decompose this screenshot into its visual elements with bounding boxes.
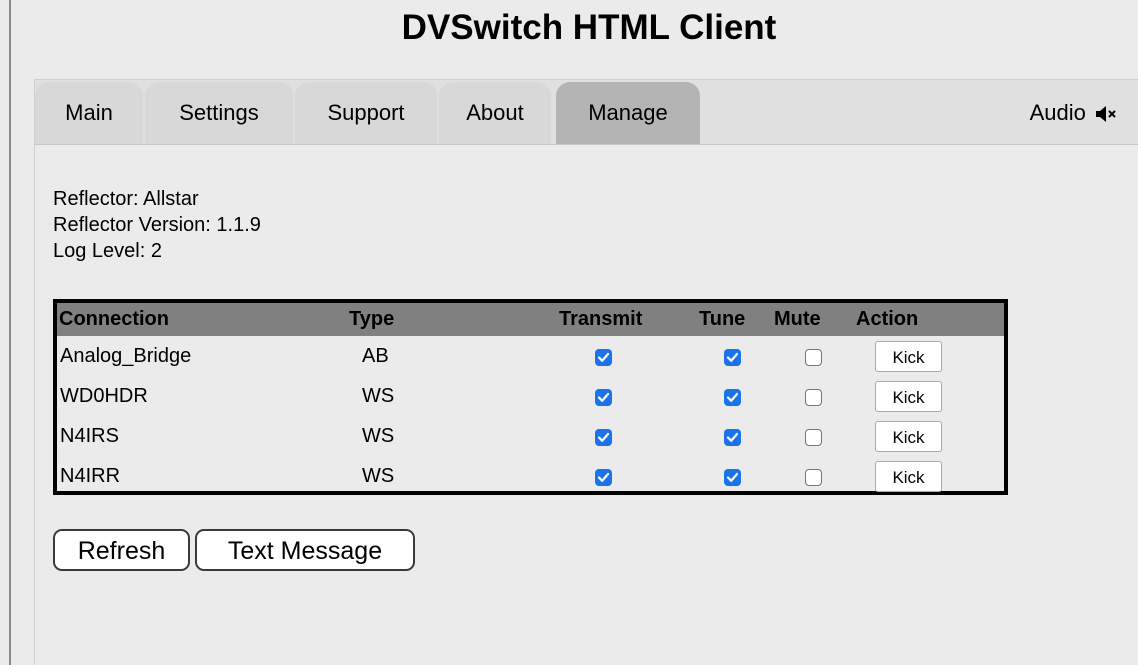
kick-button[interactable]: Kick xyxy=(875,461,942,492)
checkmark-icon xyxy=(597,432,610,442)
header-tune: Tune xyxy=(699,308,746,330)
table-header: Connection Type Transmit Tune Mute Actio… xyxy=(57,303,1004,336)
table-row: Analog_Bridge AB Kick xyxy=(57,339,1004,378)
page: DVSwitch HTML Client Main Settings Suppo… xyxy=(0,0,1138,665)
tune-checkbox[interactable] xyxy=(724,469,741,486)
header-transmit: Transmit xyxy=(559,308,643,330)
reflector-version: Reflector Version: 1.1.9 xyxy=(53,214,261,236)
checkmark-icon xyxy=(597,392,610,402)
log-level: Log Level: 2 xyxy=(53,240,162,262)
header-connection: Connection xyxy=(59,308,169,330)
header-type: Type xyxy=(349,308,395,330)
table-row: WD0HDR WS Kick xyxy=(57,379,1004,418)
connection-name: N4IRR xyxy=(60,465,121,487)
refresh-button[interactable]: Refresh xyxy=(53,529,190,571)
checkmark-icon xyxy=(726,352,739,362)
connection-name: WD0HDR xyxy=(60,385,148,407)
speaker-muted-icon xyxy=(1096,106,1116,122)
transmit-checkbox[interactable] xyxy=(595,429,612,446)
audio-toggle[interactable]: Audio xyxy=(1030,82,1118,144)
text-message-button[interactable]: Text Message xyxy=(195,529,415,571)
header-action: Action xyxy=(856,308,919,330)
kick-button[interactable]: Kick xyxy=(875,381,942,412)
mute-checkbox[interactable] xyxy=(805,389,822,406)
table-row: N4IRS WS Kick xyxy=(57,419,1004,458)
window-left-border xyxy=(9,0,11,665)
mute-checkbox[interactable] xyxy=(805,469,822,486)
table-row: N4IRR WS Kick xyxy=(57,459,1004,498)
connection-type: AB xyxy=(362,345,389,367)
checkmark-icon xyxy=(726,432,739,442)
connection-type: WS xyxy=(362,425,395,447)
transmit-checkbox[interactable] xyxy=(595,469,612,486)
transmit-checkbox[interactable] xyxy=(595,349,612,366)
kick-button[interactable]: Kick xyxy=(875,421,942,452)
reflector-info: Reflector: Allstar Reflector Version: 1.… xyxy=(53,186,261,264)
app-title: DVSwitch HTML Client xyxy=(401,8,777,47)
mute-checkbox[interactable] xyxy=(805,429,822,446)
tab-settings[interactable]: Settings xyxy=(145,82,293,144)
checkmark-icon xyxy=(597,472,610,482)
main-panel: Main Settings Support About Manage Audio… xyxy=(34,79,1138,665)
tab-manage[interactable]: Manage xyxy=(556,82,700,144)
audio-label: Audio xyxy=(1029,100,1086,125)
tab-bar: Main Settings Support About Manage Audio xyxy=(35,80,1138,145)
connection-name: N4IRS xyxy=(60,425,119,447)
tune-checkbox[interactable] xyxy=(724,389,741,406)
connection-name: Analog_Bridge xyxy=(60,345,192,367)
connection-type: WS xyxy=(362,465,395,487)
checkmark-icon xyxy=(726,392,739,402)
tune-checkbox[interactable] xyxy=(724,349,741,366)
checkmark-icon xyxy=(597,352,610,362)
connection-type: WS xyxy=(362,385,395,407)
header-mute: Mute xyxy=(774,308,821,330)
transmit-checkbox[interactable] xyxy=(595,389,612,406)
tab-support[interactable]: Support xyxy=(295,82,437,144)
tab-main[interactable]: Main xyxy=(35,82,143,144)
mute-checkbox[interactable] xyxy=(805,349,822,366)
tune-checkbox[interactable] xyxy=(724,429,741,446)
kick-button[interactable]: Kick xyxy=(875,341,942,372)
tab-about[interactable]: About xyxy=(439,82,551,144)
connections-table: Connection Type Transmit Tune Mute Actio… xyxy=(53,299,1008,495)
checkmark-icon xyxy=(726,472,739,482)
reflector-name: Reflector: Allstar xyxy=(53,188,199,210)
